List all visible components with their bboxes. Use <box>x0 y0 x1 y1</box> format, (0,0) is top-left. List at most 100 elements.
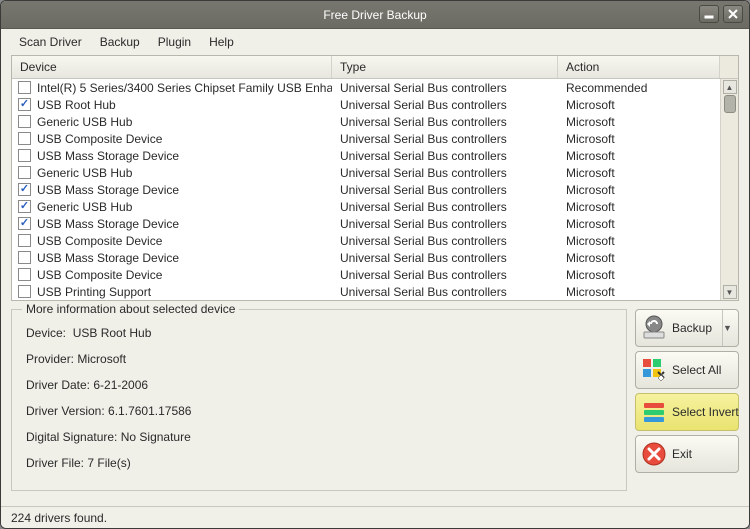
app-window: Free Driver Backup Scan Driver Backup Pl… <box>0 0 750 529</box>
cell-type: Universal Serial Bus controllers <box>332 98 558 112</box>
table-row[interactable]: USB Composite Device Universal Serial Bus… <box>12 130 720 147</box>
device-name: USB Composite Device <box>37 268 162 282</box>
cell-device: USB Mass Storage Device <box>12 149 332 163</box>
row-checkbox[interactable] <box>18 285 31 298</box>
device-name: USB Mass Storage Device <box>37 149 179 163</box>
cell-action: Microsoft <box>558 200 720 214</box>
table-row[interactable]: Intel(R) 5 Series/3400 Series Chipset Fa… <box>12 79 720 96</box>
row-checkbox[interactable] <box>18 217 31 230</box>
table-row[interactable]: Generic USB Hub Universal Serial Bus cont… <box>12 164 720 181</box>
action-buttons: Backup ▼ Select All Select Invert <box>635 309 739 491</box>
info-date-label: Driver Date: <box>26 378 90 392</box>
device-name: Generic USB Hub <box>37 166 132 180</box>
table-row[interactable]: Generic USB Hub Universal Serial Bus cont… <box>12 113 720 130</box>
exit-button[interactable]: Exit <box>635 435 739 473</box>
info-provider-label: Provider: <box>26 352 74 366</box>
table-row[interactable]: USB Root Hub Universal Serial Bus control… <box>12 96 720 113</box>
scroll-up-arrow-icon[interactable]: ▲ <box>723 80 737 94</box>
row-checkbox[interactable] <box>18 200 31 213</box>
col-header-type[interactable]: Type <box>332 56 558 78</box>
info-date: Driver Date: 6-21-2006 <box>26 378 616 392</box>
col-header-action[interactable]: Action <box>558 56 720 78</box>
select-invert-icon <box>640 398 668 426</box>
table-row[interactable]: USB Composite DeviceUniversal Serial Bus… <box>12 232 720 249</box>
info-version-label: Driver Version: <box>26 404 105 418</box>
cell-action: Microsoft <box>558 183 720 197</box>
cell-device: Generic USB Hub <box>12 115 332 129</box>
device-name: Intel(R) 5 Series/3400 Series Chipset Fa… <box>37 81 332 95</box>
cell-device: USB Composite Device <box>12 234 332 248</box>
row-checkbox[interactable] <box>18 98 31 111</box>
info-device-label: Device: <box>26 326 66 340</box>
scroll-thumb[interactable] <box>724 95 736 113</box>
info-version: Driver Version: 6.1.7601.17586 <box>26 404 616 418</box>
table-body: Intel(R) 5 Series/3400 Series Chipset Fa… <box>12 79 738 300</box>
info-provider: Provider: Microsoft <box>26 352 616 366</box>
backup-button[interactable]: Backup ▼ <box>635 309 739 347</box>
table-row[interactable]: USB Mass Storage DeviceUniversal Serial … <box>12 181 720 198</box>
cell-type: Universal Serial Bus controllers <box>332 234 558 248</box>
table-row[interactable]: USB Mass Storage Device Universal Serial … <box>12 249 720 266</box>
cell-action: Microsoft <box>558 132 720 146</box>
row-checkbox[interactable] <box>18 115 31 128</box>
device-name: USB Mass Storage Device <box>37 251 179 265</box>
col-header-device[interactable]: Device <box>12 56 332 78</box>
menu-backup[interactable]: Backup <box>92 31 148 53</box>
device-name: USB Root Hub <box>37 98 116 112</box>
select-invert-button[interactable]: Select Invert <box>635 393 739 431</box>
row-checkbox[interactable] <box>18 268 31 281</box>
device-info-panel: More information about selected device D… <box>11 309 627 491</box>
table-row[interactable]: USB Mass Storage DeviceUniversal Serial … <box>12 215 720 232</box>
table-row[interactable]: USB Composite Device Universal Serial Bus… <box>12 266 720 283</box>
cell-type: Universal Serial Bus controllers <box>332 149 558 163</box>
row-checkbox[interactable] <box>18 251 31 264</box>
device-name: Generic USB Hub <box>37 115 132 129</box>
minimize-button[interactable] <box>699 5 719 23</box>
cell-action: Microsoft <box>558 285 720 299</box>
info-device: Device: USB Root Hub <box>26 326 616 340</box>
backup-dropdown-arrow-icon[interactable]: ▼ <box>722 310 732 346</box>
close-icon <box>728 9 738 19</box>
select-all-icon <box>640 356 668 384</box>
exit-button-label: Exit <box>672 447 732 461</box>
table-row[interactable]: Generic USB HubUniversal Serial Bus cont… <box>12 198 720 215</box>
window-title: Free Driver Backup <box>323 8 426 22</box>
cell-type: Universal Serial Bus controllers <box>332 81 558 95</box>
device-name: USB Mass Storage Device <box>37 183 179 197</box>
device-name: USB Printing Support <box>37 285 151 299</box>
cell-device: Generic USB Hub <box>12 166 332 180</box>
info-signature-value: No Signature <box>121 430 191 444</box>
cell-type: Universal Serial Bus controllers <box>332 166 558 180</box>
vertical-scrollbar[interactable]: ▲ ▼ <box>720 79 738 300</box>
menu-plugin[interactable]: Plugin <box>150 31 199 53</box>
menu-scan-driver[interactable]: Scan Driver <box>11 31 90 53</box>
lower-panel: More information about selected device D… <box>11 309 739 491</box>
row-checkbox[interactable] <box>18 81 31 94</box>
cell-action: Microsoft <box>558 166 720 180</box>
cell-type: Universal Serial Bus controllers <box>332 268 558 282</box>
scroll-down-arrow-icon[interactable]: ▼ <box>723 285 737 299</box>
minimize-icon <box>704 9 714 19</box>
row-checkbox[interactable] <box>18 183 31 196</box>
scroll-track[interactable] <box>723 95 737 284</box>
info-signature-label: Digital Signature: <box>26 430 117 444</box>
row-checkbox[interactable] <box>18 166 31 179</box>
table-row[interactable]: USB Printing SupportUniversal Serial Bus… <box>12 283 720 300</box>
cell-type: Universal Serial Bus controllers <box>332 251 558 265</box>
cell-device: USB Mass Storage Device <box>12 217 332 231</box>
cell-action: Microsoft <box>558 115 720 129</box>
table-row[interactable]: USB Mass Storage Device Universal Serial … <box>12 147 720 164</box>
device-name: USB Composite Device <box>37 132 162 146</box>
menu-help[interactable]: Help <box>201 31 242 53</box>
cell-type: Universal Serial Bus controllers <box>332 115 558 129</box>
row-checkbox[interactable] <box>18 149 31 162</box>
select-all-button[interactable]: Select All <box>635 351 739 389</box>
backup-icon <box>640 314 668 342</box>
cell-device: USB Composite Device <box>12 268 332 282</box>
close-button[interactable] <box>723 5 743 23</box>
row-checkbox[interactable] <box>18 234 31 247</box>
cell-type: Universal Serial Bus controllers <box>332 132 558 146</box>
row-checkbox[interactable] <box>18 132 31 145</box>
cell-action: Microsoft <box>558 98 720 112</box>
device-name: Generic USB Hub <box>37 200 132 214</box>
